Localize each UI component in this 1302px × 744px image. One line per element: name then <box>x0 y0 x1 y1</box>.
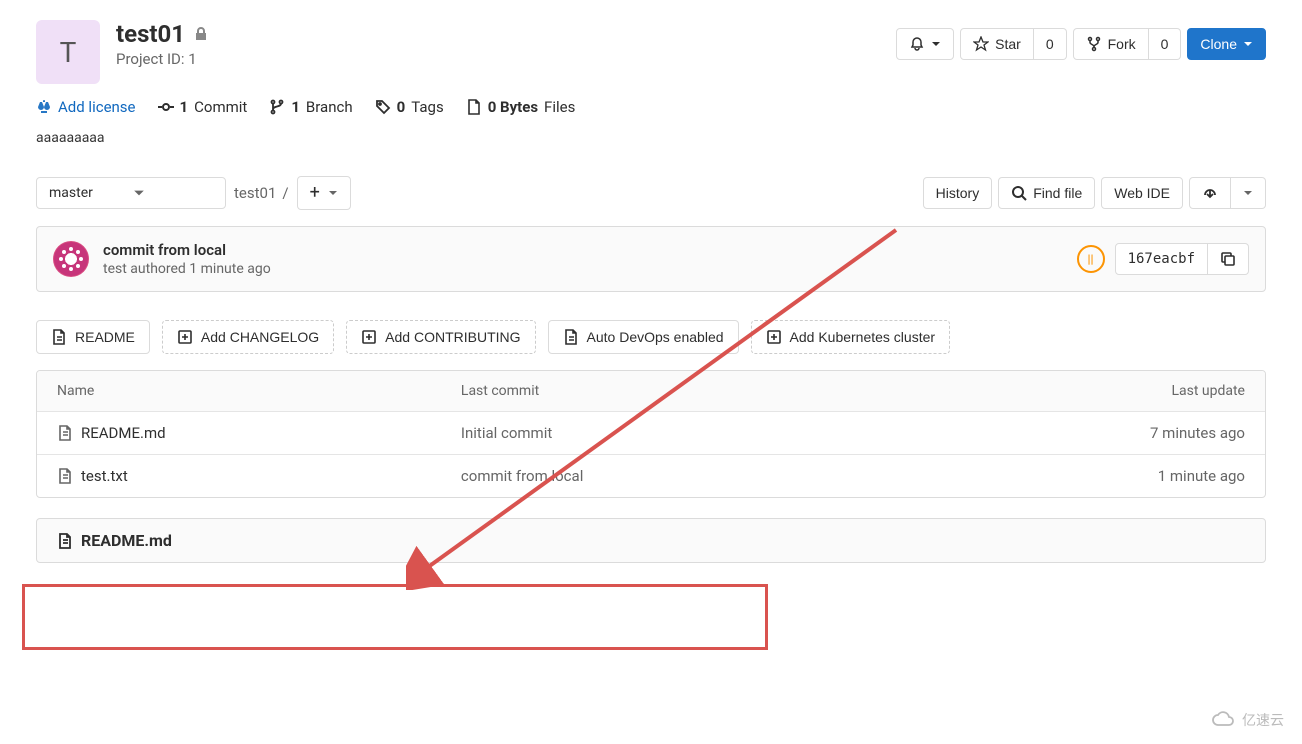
commit-author-avatar <box>53 241 89 277</box>
annotation-highlight <box>22 584 768 650</box>
branch-selector[interactable]: master <box>36 177 226 209</box>
web-ide-button[interactable]: Web IDE <box>1101 177 1183 209</box>
file-tree-table: Name Last commit Last update README.md I… <box>36 370 1266 498</box>
commit-sha-button[interactable]: 167eacbf <box>1115 243 1208 275</box>
last-commit-panel: commit from local test authored 1 minute… <box>36 226 1266 292</box>
commit-message[interactable]: commit from local <box>103 241 271 259</box>
pipeline-status-icon[interactable]: || <box>1077 245 1105 273</box>
table-row[interactable]: test.txt commit from local 1 minute ago <box>37 455 1265 497</box>
file-name: README.md <box>81 424 166 442</box>
table-row[interactable]: README.md Initial commit 7 minutes ago <box>37 412 1265 455</box>
stats-row: Add license 1 Commit 1 Branch 0 Tags 0 B… <box>36 98 1266 116</box>
find-file-button[interactable]: Find file <box>998 177 1095 209</box>
file-commit: Initial commit <box>461 424 984 442</box>
file-icon <box>57 425 73 441</box>
watermark: 亿速云 <box>1210 710 1284 730</box>
readme-panel-header: README.md <box>36 518 1266 563</box>
col-commit-header: Last commit <box>461 383 984 399</box>
project-id: Project ID: 1 <box>116 50 209 68</box>
fork-button[interactable]: Fork <box>1073 28 1149 60</box>
tags-stat[interactable]: 0 Tags <box>375 98 444 116</box>
quick-actions-row: README Add CHANGELOG Add CONTRIBUTING Au… <box>36 320 1266 354</box>
file-update: 7 minutes ago <box>984 424 1245 442</box>
table-header: Name Last commit Last update <box>37 371 1265 412</box>
files-stat[interactable]: 0 Bytes Files <box>466 98 576 116</box>
star-count[interactable]: 0 <box>1034 28 1067 60</box>
branches-stat[interactable]: 1 Branch <box>269 98 352 116</box>
star-label: Star <box>995 36 1021 52</box>
download-button[interactable] <box>1189 177 1231 209</box>
history-button[interactable]: History <box>923 177 993 209</box>
readme-title: README.md <box>81 531 172 550</box>
tree-breadcrumb: test01 / <box>234 184 289 202</box>
notifications-button[interactable] <box>896 28 954 60</box>
lock-icon <box>193 26 209 42</box>
project-avatar: T <box>36 20 100 84</box>
project-description: aaaaaaaaa <box>36 130 1266 146</box>
download-dropdown[interactable] <box>1231 177 1266 209</box>
fork-count[interactable]: 0 <box>1149 28 1182 60</box>
clone-label: Clone <box>1200 36 1237 52</box>
readme-button[interactable]: README <box>36 320 150 354</box>
add-kubernetes-button[interactable]: Add Kubernetes cluster <box>751 320 951 354</box>
tree-controls: master test01 / + History Find file Web … <box>36 176 1266 210</box>
star-button[interactable]: Star <box>960 28 1034 60</box>
file-name: test.txt <box>81 467 128 485</box>
add-license-link[interactable]: Add license <box>36 98 136 116</box>
fork-label: Fork <box>1108 36 1136 52</box>
clone-button[interactable]: Clone <box>1187 28 1266 60</box>
file-update: 1 minute ago <box>984 467 1245 485</box>
col-update-header: Last update <box>984 383 1245 399</box>
file-icon <box>57 533 73 549</box>
add-contributing-button[interactable]: Add CONTRIBUTING <box>346 320 535 354</box>
copy-sha-button[interactable] <box>1208 243 1249 275</box>
breadcrumb-item[interactable]: test01 <box>234 184 276 202</box>
project-info: T test01 Project ID: 1 <box>36 20 209 84</box>
col-name-header: Name <box>57 383 461 399</box>
add-dropdown[interactable]: + <box>297 176 351 210</box>
branch-name: master <box>49 185 93 201</box>
file-icon <box>57 468 73 484</box>
commits-stat[interactable]: 1 Commit <box>158 98 248 116</box>
add-changelog-button[interactable]: Add CHANGELOG <box>162 320 334 354</box>
project-header: T test01 Project ID: 1 Star 0 <box>36 20 1266 84</box>
project-title: test01 <box>116 20 185 48</box>
commit-meta: test authored 1 minute ago <box>103 261 271 277</box>
auto-devops-button[interactable]: Auto DevOps enabled <box>548 320 739 354</box>
file-commit: commit from local <box>461 467 984 485</box>
header-actions: Star 0 Fork 0 Clone <box>896 28 1266 60</box>
